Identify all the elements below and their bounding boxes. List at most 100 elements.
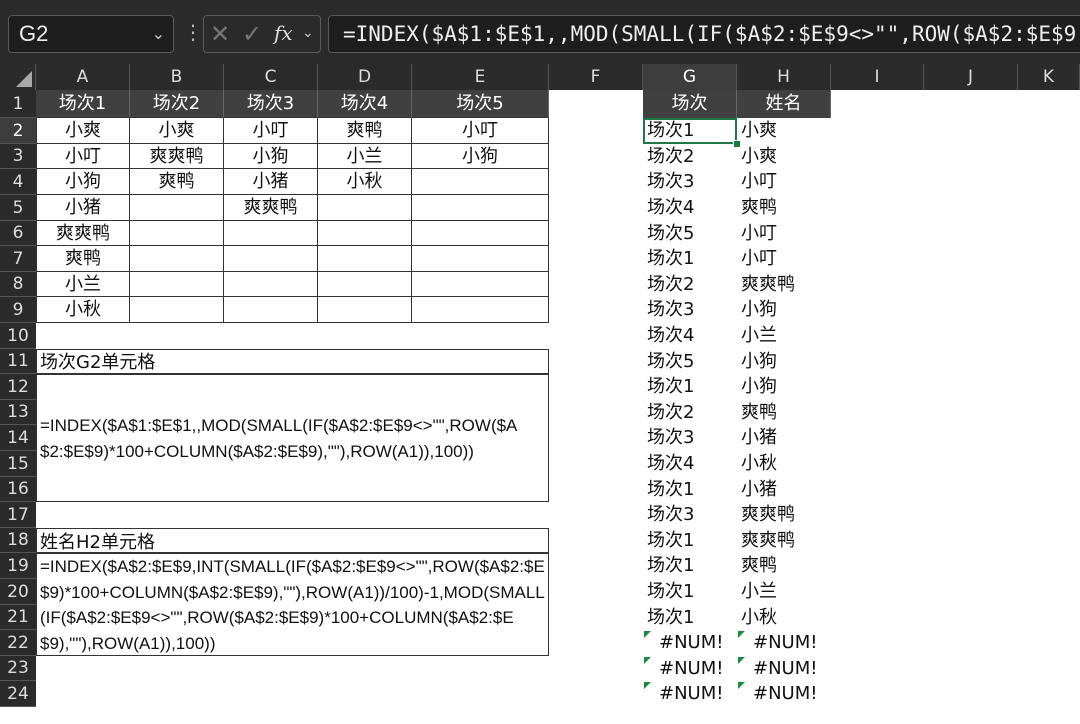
fill-handle[interactable] — [733, 140, 741, 148]
check-icon[interactable]: ✓ — [242, 20, 262, 48]
source-cell[interactable]: 小爽 — [130, 118, 224, 144]
source-cell[interactable]: 小猪 — [36, 195, 130, 221]
source-cell[interactable]: 小狗 — [36, 169, 130, 195]
result-cell[interactable]: 爽鸭 — [741, 553, 831, 579]
result-cell[interactable]: 小狗 — [741, 374, 831, 400]
result-cell[interactable]: 场次1 — [647, 579, 737, 605]
source-cell[interactable]: 爽鸭 — [130, 169, 224, 195]
row-header-3[interactable]: 3 — [0, 144, 36, 169]
result-cell[interactable]: 小爽 — [741, 118, 831, 144]
source-header-cell[interactable]: 场次1 — [36, 90, 130, 118]
row-header-11[interactable]: 11 — [0, 349, 36, 374]
source-cell[interactable]: 小爽 — [36, 118, 130, 144]
result-cell[interactable]: 场次5 — [647, 221, 737, 246]
source-cell[interactable]: 小叮 — [224, 118, 318, 144]
result-header-cell[interactable]: 场次 — [643, 90, 737, 118]
source-cell[interactable] — [130, 272, 224, 297]
select-all-corner[interactable] — [0, 64, 36, 90]
result-cell[interactable]: 小秋 — [741, 451, 831, 477]
result-cell[interactable]: 场次1 — [647, 528, 737, 553]
result-cell[interactable]: 爽爽鸭 — [741, 528, 831, 553]
row-header-22[interactable]: 22 — [0, 630, 36, 656]
note1-title[interactable]: 场次G2单元格 — [40, 351, 155, 375]
row-header-15[interactable]: 15 — [0, 451, 36, 477]
note2-formula[interactable]: =INDEX($A$2:$E$9,INT(SMALL(IF($A$2:$E$9<… — [40, 554, 545, 656]
result-cell[interactable]: 小狗 — [741, 349, 831, 374]
result-cell[interactable]: 爽爽鸭 — [741, 272, 831, 297]
result-cell[interactable]: 爽爽鸭 — [741, 502, 831, 528]
result-cell[interactable]: 场次3 — [647, 502, 737, 528]
note2-title[interactable]: 姓名H2单元格 — [40, 531, 155, 555]
more-options-icon[interactable]: ⋮ — [183, 20, 203, 44]
source-cell[interactable] — [412, 195, 549, 221]
result-cell[interactable]: 小兰 — [741, 323, 831, 349]
source-cell[interactable] — [130, 195, 224, 221]
source-cell[interactable] — [412, 246, 549, 272]
source-cell[interactable]: 爽爽鸭 — [224, 195, 318, 221]
source-cell[interactable] — [318, 246, 412, 272]
result-cell[interactable]: 场次4 — [647, 451, 737, 477]
chevron-down-icon[interactable]: ⌄ — [152, 24, 165, 43]
column-header-f[interactable]: F — [549, 64, 643, 90]
source-cell[interactable]: 小兰 — [318, 144, 412, 169]
row-header-10[interactable]: 10 — [0, 323, 36, 349]
result-cell[interactable]: 小爽 — [741, 144, 831, 169]
source-cell[interactable] — [224, 272, 318, 297]
row-header-5[interactable]: 5 — [0, 195, 36, 221]
result-cell[interactable]: 小兰 — [741, 579, 831, 605]
source-cell[interactable] — [318, 297, 412, 323]
chevron-down-icon[interactable]: ⌄ — [302, 25, 314, 41]
result-cell[interactable]: 场次1 — [647, 553, 737, 579]
row-header-13[interactable]: 13 — [0, 400, 36, 425]
source-cell[interactable] — [412, 221, 549, 246]
result-cell[interactable]: 场次3 — [647, 169, 737, 195]
row-header-23[interactable]: 23 — [0, 656, 36, 681]
row-header-6[interactable]: 6 — [0, 221, 36, 246]
row-header-17[interactable]: 17 — [0, 502, 36, 528]
column-header-d[interactable]: D — [318, 64, 412, 90]
name-box[interactable]: G2 ⌄ — [8, 15, 174, 53]
cancel-icon[interactable]: ✕ — [210, 20, 230, 48]
source-cell[interactable] — [130, 246, 224, 272]
row-header-12[interactable]: 12 — [0, 374, 36, 400]
result-cell[interactable]: #NUM! — [753, 630, 831, 656]
source-cell[interactable] — [412, 169, 549, 195]
source-header-cell[interactable]: 场次5 — [412, 90, 549, 118]
column-header-e[interactable]: E — [412, 64, 549, 90]
source-cell[interactable]: 小叮 — [412, 118, 549, 144]
row-header-16[interactable]: 16 — [0, 477, 36, 502]
result-cell[interactable]: 场次2 — [647, 400, 737, 425]
result-cell[interactable]: #NUM! — [659, 681, 737, 707]
source-cell[interactable]: 小秋 — [318, 169, 412, 195]
column-header-c[interactable]: C — [224, 64, 318, 90]
result-cell[interactable]: 场次4 — [647, 323, 737, 349]
source-cell[interactable]: 爽鸭 — [318, 118, 412, 144]
source-cell[interactable] — [130, 221, 224, 246]
result-cell[interactable]: 场次2 — [647, 144, 737, 169]
result-cell[interactable]: 小秋 — [741, 605, 831, 630]
source-cell[interactable]: 小兰 — [36, 272, 130, 297]
result-cell[interactable]: #NUM! — [753, 656, 831, 681]
source-cell[interactable] — [318, 221, 412, 246]
result-cell[interactable]: 小叮 — [741, 246, 831, 272]
result-cell[interactable]: 小狗 — [741, 297, 831, 323]
result-cell[interactable]: #NUM! — [659, 656, 737, 681]
source-cell[interactable]: 小狗 — [224, 144, 318, 169]
row-header-4[interactable]: 4 — [0, 169, 36, 195]
result-cell[interactable]: 场次4 — [647, 195, 737, 221]
note1-formula[interactable]: =INDEX($A$1:$E$1,,MOD(SMALL(IF($A$2:$E$9… — [40, 413, 545, 464]
source-cell[interactable]: 爽鸭 — [36, 246, 130, 272]
row-header-2[interactable]: 2 — [0, 118, 36, 144]
result-cell[interactable]: #NUM! — [753, 681, 831, 707]
source-cell[interactable] — [224, 297, 318, 323]
column-header-b[interactable]: B — [130, 64, 224, 90]
column-header-i[interactable]: I — [831, 64, 924, 90]
source-cell[interactable] — [130, 297, 224, 323]
source-cell[interactable]: 小猪 — [224, 169, 318, 195]
result-cell[interactable]: 小叮 — [741, 169, 831, 195]
source-cell[interactable] — [224, 246, 318, 272]
source-header-cell[interactable]: 场次3 — [224, 90, 318, 118]
result-cell[interactable]: 场次3 — [647, 297, 737, 323]
source-header-cell[interactable]: 场次4 — [318, 90, 412, 118]
source-cell[interactable]: 小狗 — [412, 144, 549, 169]
